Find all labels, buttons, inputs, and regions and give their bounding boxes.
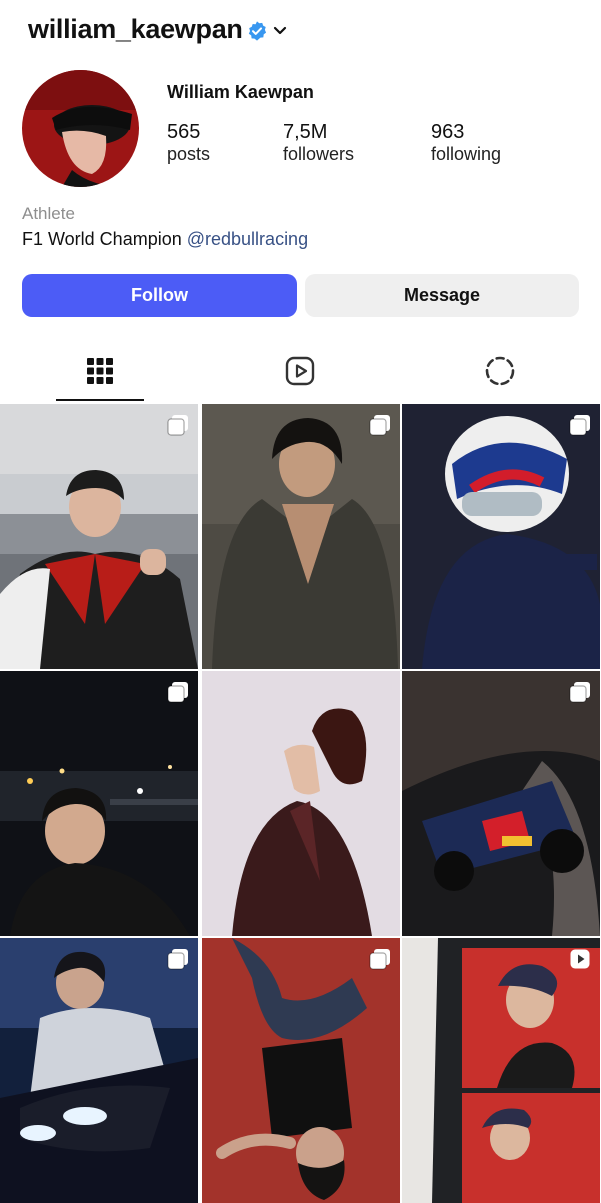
- verified-badge-icon: [248, 21, 267, 41]
- stat-posts[interactable]: 565 posts: [167, 121, 210, 165]
- profile-username[interactable]: william_kaewpan: [28, 14, 243, 45]
- post-tile[interactable]: [402, 404, 600, 669]
- stat-posts-value: 565: [167, 121, 201, 143]
- message-button[interactable]: Message: [305, 274, 579, 317]
- stat-following[interactable]: 963 following: [431, 121, 501, 165]
- bio-mention-link[interactable]: @redbullracing: [187, 229, 308, 249]
- follow-button[interactable]: Follow: [22, 274, 297, 317]
- reels-play-icon: [285, 356, 315, 386]
- tab-posts-grid[interactable]: [80, 350, 120, 392]
- stat-followers[interactable]: 7,5M followers: [283, 121, 354, 165]
- stat-following-label: following: [431, 144, 502, 164]
- stat-following-value: 963: [431, 121, 465, 143]
- post-tile[interactable]: [0, 938, 198, 1203]
- reel-icon: [570, 949, 590, 969]
- tab-reels[interactable]: [280, 350, 320, 392]
- post-tile[interactable]: [0, 671, 198, 936]
- post-tile[interactable]: [402, 938, 600, 1203]
- post-tile[interactable]: [202, 404, 400, 669]
- post-tile[interactable]: [202, 671, 400, 936]
- avatar[interactable]: [22, 70, 139, 187]
- chevron-down-icon[interactable]: [272, 24, 288, 38]
- post-tile[interactable]: [202, 938, 400, 1203]
- profile-category: Athlete: [22, 204, 75, 223]
- active-tab-indicator: [56, 399, 144, 401]
- post-tile[interactable]: [0, 404, 198, 669]
- post-tile[interactable]: [402, 671, 600, 936]
- stat-posts-label: posts: [167, 144, 211, 164]
- grid-icon: [87, 358, 113, 384]
- multi-photo-icon: [369, 949, 390, 970]
- stat-followers-label: followers: [283, 144, 355, 164]
- profile-full-name: William Kaewpan: [167, 82, 314, 102]
- bio-text: F1 World Champion: [22, 229, 182, 249]
- multi-photo-icon: [167, 415, 188, 436]
- stat-followers-value: 7,5M: [283, 121, 328, 143]
- profile-bio: F1 World Champion @redbullracing: [22, 229, 308, 250]
- multi-photo-icon: [167, 682, 188, 703]
- multi-photo-icon: [369, 415, 390, 436]
- multi-photo-icon: [167, 949, 188, 970]
- multi-photo-icon: [569, 682, 590, 703]
- dashed-circle-icon: [485, 356, 515, 386]
- multi-photo-icon: [569, 415, 590, 436]
- tab-tagged[interactable]: [480, 350, 520, 392]
